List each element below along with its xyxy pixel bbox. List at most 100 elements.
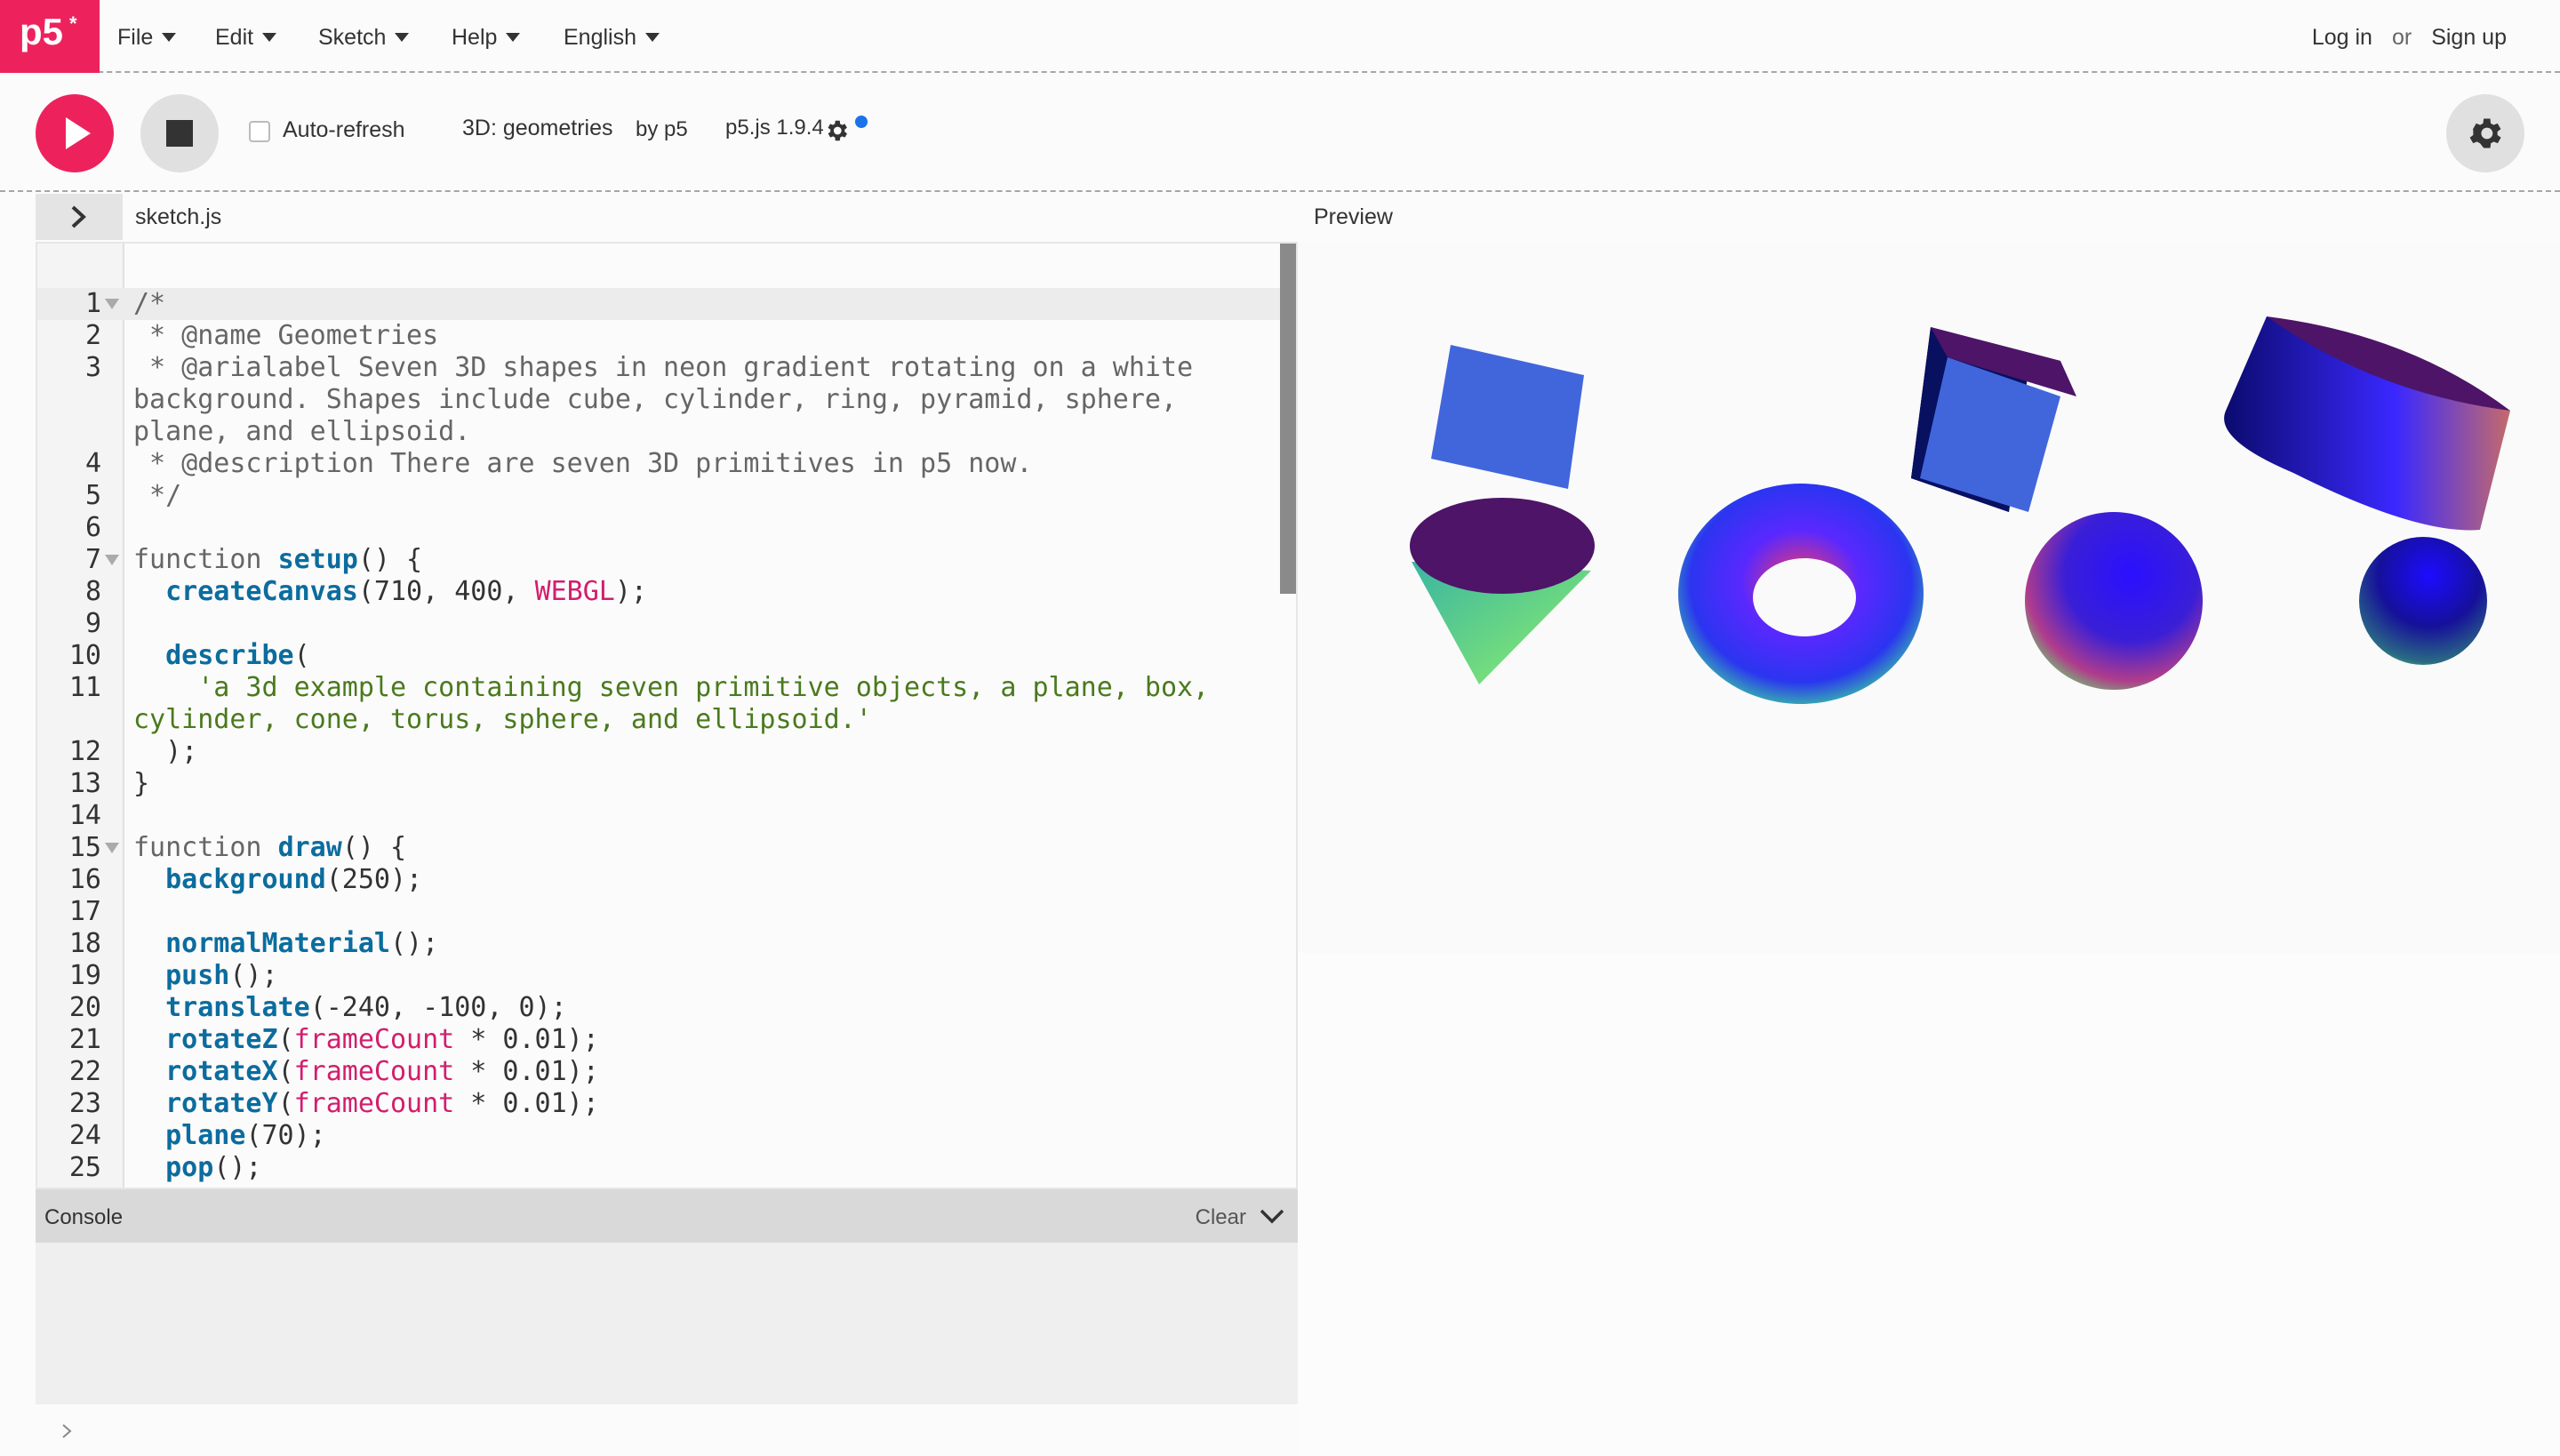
code-line[interactable]: 12 ); bbox=[37, 736, 1280, 768]
update-dot-icon bbox=[855, 116, 868, 128]
sketch-name[interactable]: 3D: geometries bbox=[462, 116, 613, 141]
code-line[interactable]: 6 bbox=[37, 512, 1280, 544]
code-line[interactable]: 3 * @arialabel Seven 3D shapes in neon g… bbox=[37, 352, 1280, 384]
line-number: 4 bbox=[84, 448, 101, 479]
code-line[interactable]: 16 background(250); bbox=[37, 864, 1280, 896]
code-line[interactable]: 22 rotateX(frameCount * 0.01); bbox=[37, 1056, 1280, 1088]
chevron-down-icon[interactable] bbox=[1259, 1205, 1285, 1227]
code-text: cylinder, cone, torus, sphere, and ellip… bbox=[133, 704, 872, 735]
console-title: Console bbox=[44, 1205, 124, 1229]
code-line[interactable]: 20 translate(-240, -100, 0); bbox=[37, 992, 1280, 1024]
code-line[interactable]: 7 function setup() { bbox=[37, 544, 1280, 576]
preview-canvas[interactable] bbox=[1298, 242, 2560, 953]
prompt-chevron-icon bbox=[62, 1424, 72, 1438]
auto-refresh-label[interactable]: Auto-refresh bbox=[283, 117, 405, 143]
box-shape bbox=[1911, 327, 2076, 512]
menu-help[interactable]: Help bbox=[452, 20, 521, 55]
code-text: createCanvas(710, 400, WEBGL); bbox=[165, 576, 647, 607]
sphere-shape bbox=[2025, 512, 2203, 690]
code-text: rotateZ(frameCount * 0.01); bbox=[165, 1024, 599, 1055]
auth-links: Log in or Sign up bbox=[2292, 20, 2507, 55]
code-line[interactable]: 11 'a 3d example containing seven primit… bbox=[37, 672, 1280, 704]
code-line[interactable]: 25 pop(); bbox=[37, 1152, 1280, 1184]
menu-file[interactable]: File bbox=[117, 20, 177, 55]
toolbar: Auto-refresh 3D: geometries by p5 p5.js … bbox=[0, 75, 2560, 192]
fold-arrow-icon[interactable] bbox=[105, 299, 119, 309]
line-number: 3 bbox=[84, 352, 101, 383]
play-button[interactable] bbox=[36, 94, 114, 172]
code-text: ); bbox=[133, 736, 198, 767]
code-line[interactable]: 1 /* bbox=[37, 288, 1280, 320]
cone-shape bbox=[1410, 498, 1595, 684]
console-output bbox=[36, 1243, 1298, 1404]
ellipsoid-shape bbox=[2359, 537, 2487, 665]
p5-version[interactable]: p5.js 1.9.4 bbox=[725, 116, 824, 140]
code-line[interactable]: cylinder, cone, torus, sphere, and ellip… bbox=[37, 704, 1280, 736]
line-number: 13 bbox=[68, 768, 101, 799]
code-line[interactable]: plane, and ellipsoid. bbox=[37, 416, 1280, 448]
code-text: normalMaterial(); bbox=[165, 928, 439, 959]
version-gear-icon[interactable] bbox=[823, 117, 850, 144]
code-line[interactable]: 13} bbox=[37, 768, 1280, 800]
stop-button[interactable] bbox=[140, 94, 219, 172]
line-number: 17 bbox=[68, 896, 101, 927]
code-line[interactable]: 2 * @name Geometries bbox=[37, 320, 1280, 352]
console-input[interactable] bbox=[36, 1404, 1298, 1456]
caret-down-icon bbox=[645, 33, 660, 42]
p5-logo[interactable]: p5 * bbox=[0, 0, 100, 73]
code-line[interactable]: 15 function draw() { bbox=[37, 832, 1280, 864]
code-line[interactable]: 24 plane(70); bbox=[37, 1120, 1280, 1152]
auto-refresh-checkbox[interactable] bbox=[249, 121, 270, 142]
canvas-graphics bbox=[1410, 316, 2510, 704]
code-line[interactable]: 18 normalMaterial(); bbox=[37, 928, 1280, 960]
login-link[interactable]: Log in bbox=[2312, 25, 2372, 51]
logo-asterisk: * bbox=[69, 12, 77, 35]
code-line[interactable]: background. Shapes include cube, cylinde… bbox=[37, 384, 1280, 416]
menu-edit[interactable]: Edit bbox=[215, 20, 277, 55]
line-number: 6 bbox=[84, 512, 101, 543]
fold-arrow-icon[interactable] bbox=[105, 843, 119, 853]
line-number: 11 bbox=[68, 672, 101, 703]
line-number: 24 bbox=[68, 1120, 101, 1151]
code-line[interactable]: 5 */ bbox=[37, 480, 1280, 512]
line-number: 8 bbox=[84, 576, 101, 607]
menu-sketch[interactable]: Sketch bbox=[318, 20, 410, 55]
sidebar-toggle-button[interactable] bbox=[36, 194, 123, 240]
code-text: * @description There are seven 3D primit… bbox=[133, 448, 1033, 479]
code-text: describe( bbox=[165, 640, 310, 671]
menu-language[interactable]: English bbox=[564, 20, 660, 55]
code-text: /* bbox=[133, 288, 166, 319]
line-number: 23 bbox=[68, 1088, 101, 1119]
code-text: */ bbox=[133, 480, 182, 511]
code-line[interactable]: 14 bbox=[37, 800, 1280, 832]
signup-link[interactable]: Sign up bbox=[2431, 25, 2507, 51]
code-editor[interactable]: 1/* 2 * @name Geometries 3 * @arialabel Se… bbox=[36, 242, 1298, 1189]
code-line[interactable]: 17 bbox=[37, 896, 1280, 928]
settings-button[interactable] bbox=[2446, 94, 2524, 172]
code-line[interactable]: 23 rotateY(frameCount * 0.01); bbox=[37, 1088, 1280, 1120]
code-line[interactable]: 19 push(); bbox=[37, 960, 1280, 992]
preview-label: Preview bbox=[1314, 204, 1393, 229]
code-text: function setup() { bbox=[133, 544, 423, 575]
menu-help-label: Help bbox=[452, 24, 498, 50]
menu-sketch-label: Sketch bbox=[318, 24, 387, 50]
code-line[interactable]: 8 createCanvas(710, 400, WEBGL); bbox=[37, 576, 1280, 608]
preview-background bbox=[1298, 953, 2560, 1456]
console-clear-button[interactable]: Clear bbox=[1196, 1205, 1246, 1230]
code-text: } bbox=[133, 768, 150, 799]
file-tab[interactable]: sketch.js bbox=[135, 204, 221, 230]
editor-scrollbar[interactable] bbox=[1280, 244, 1296, 594]
code-line[interactable]: 10 describe( bbox=[37, 640, 1280, 672]
line-number: 2 bbox=[84, 320, 101, 351]
code-line[interactable]: 9 bbox=[37, 608, 1280, 640]
line-number: 25 bbox=[68, 1152, 101, 1183]
menu-edit-label: Edit bbox=[215, 24, 254, 50]
code-text: 'a 3d example containing seven primitive… bbox=[133, 672, 1210, 703]
cylinder-shape bbox=[2224, 316, 2510, 531]
code-line[interactable]: 21 rotateZ(frameCount * 0.01); bbox=[37, 1024, 1280, 1056]
line-number: 16 bbox=[68, 864, 101, 895]
line-number: 15 bbox=[68, 832, 101, 863]
code-line[interactable]: 4 * @description There are seven 3D prim… bbox=[37, 448, 1280, 480]
code-text: plane(70); bbox=[165, 1120, 326, 1151]
fold-arrow-icon[interactable] bbox=[105, 555, 119, 565]
